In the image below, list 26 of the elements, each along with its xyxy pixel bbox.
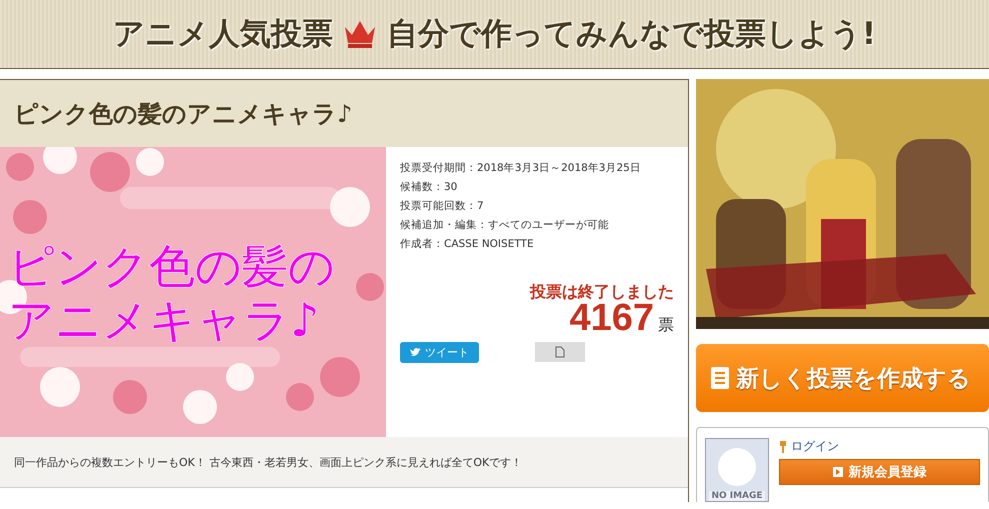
- register-button[interactable]: 新規会員登録: [779, 459, 980, 485]
- key-icon: [779, 440, 787, 452]
- banner-text: アニメキャラ♪: [8, 293, 320, 347]
- document-icon: [555, 346, 565, 358]
- create-poll-button[interactable]: 新しく投票を作成する: [696, 344, 989, 412]
- bookmark-button[interactable]: [535, 342, 585, 362]
- info-line: 作成者：CASSE NOISETTE: [400, 237, 535, 252]
- poll-status: 投票は終了しました: [530, 282, 674, 303]
- poll-title: ピンク色の髪のアニメキャラ♪: [0, 80, 688, 147]
- arrow-icon: [832, 467, 842, 477]
- info-line: 投票受付期間：2018年3月3日～2018年3月25日: [400, 161, 642, 176]
- vote-unit: 票: [658, 315, 674, 334]
- poll-description: 同一作品からの複数エントリーもOK！ 古今東西・老若男女、画面上ピンク系に見えれば全てOKです！: [0, 437, 688, 488]
- banner-text: ピンク色の髪の: [8, 239, 335, 293]
- avatar-label: NO IMAGE: [709, 491, 765, 501]
- face-icon: [717, 447, 757, 487]
- info-line: 候補追加・編集：すべてのユーザーが可能: [400, 218, 610, 233]
- site-title[interactable]: アニメ人気投票: [112, 13, 333, 55]
- crown-icon: [342, 19, 377, 49]
- bird-icon: [410, 348, 421, 357]
- list-icon: [710, 366, 730, 390]
- tweet-button[interactable]: ツイート: [400, 342, 479, 363]
- info-line: 候補数：30: [400, 180, 458, 195]
- info-line: 投票可能回数：7: [400, 199, 485, 214]
- site-tagline: 自分で作ってみんなで投票しよう!: [386, 15, 876, 54]
- login-link[interactable]: ログイン: [779, 438, 980, 455]
